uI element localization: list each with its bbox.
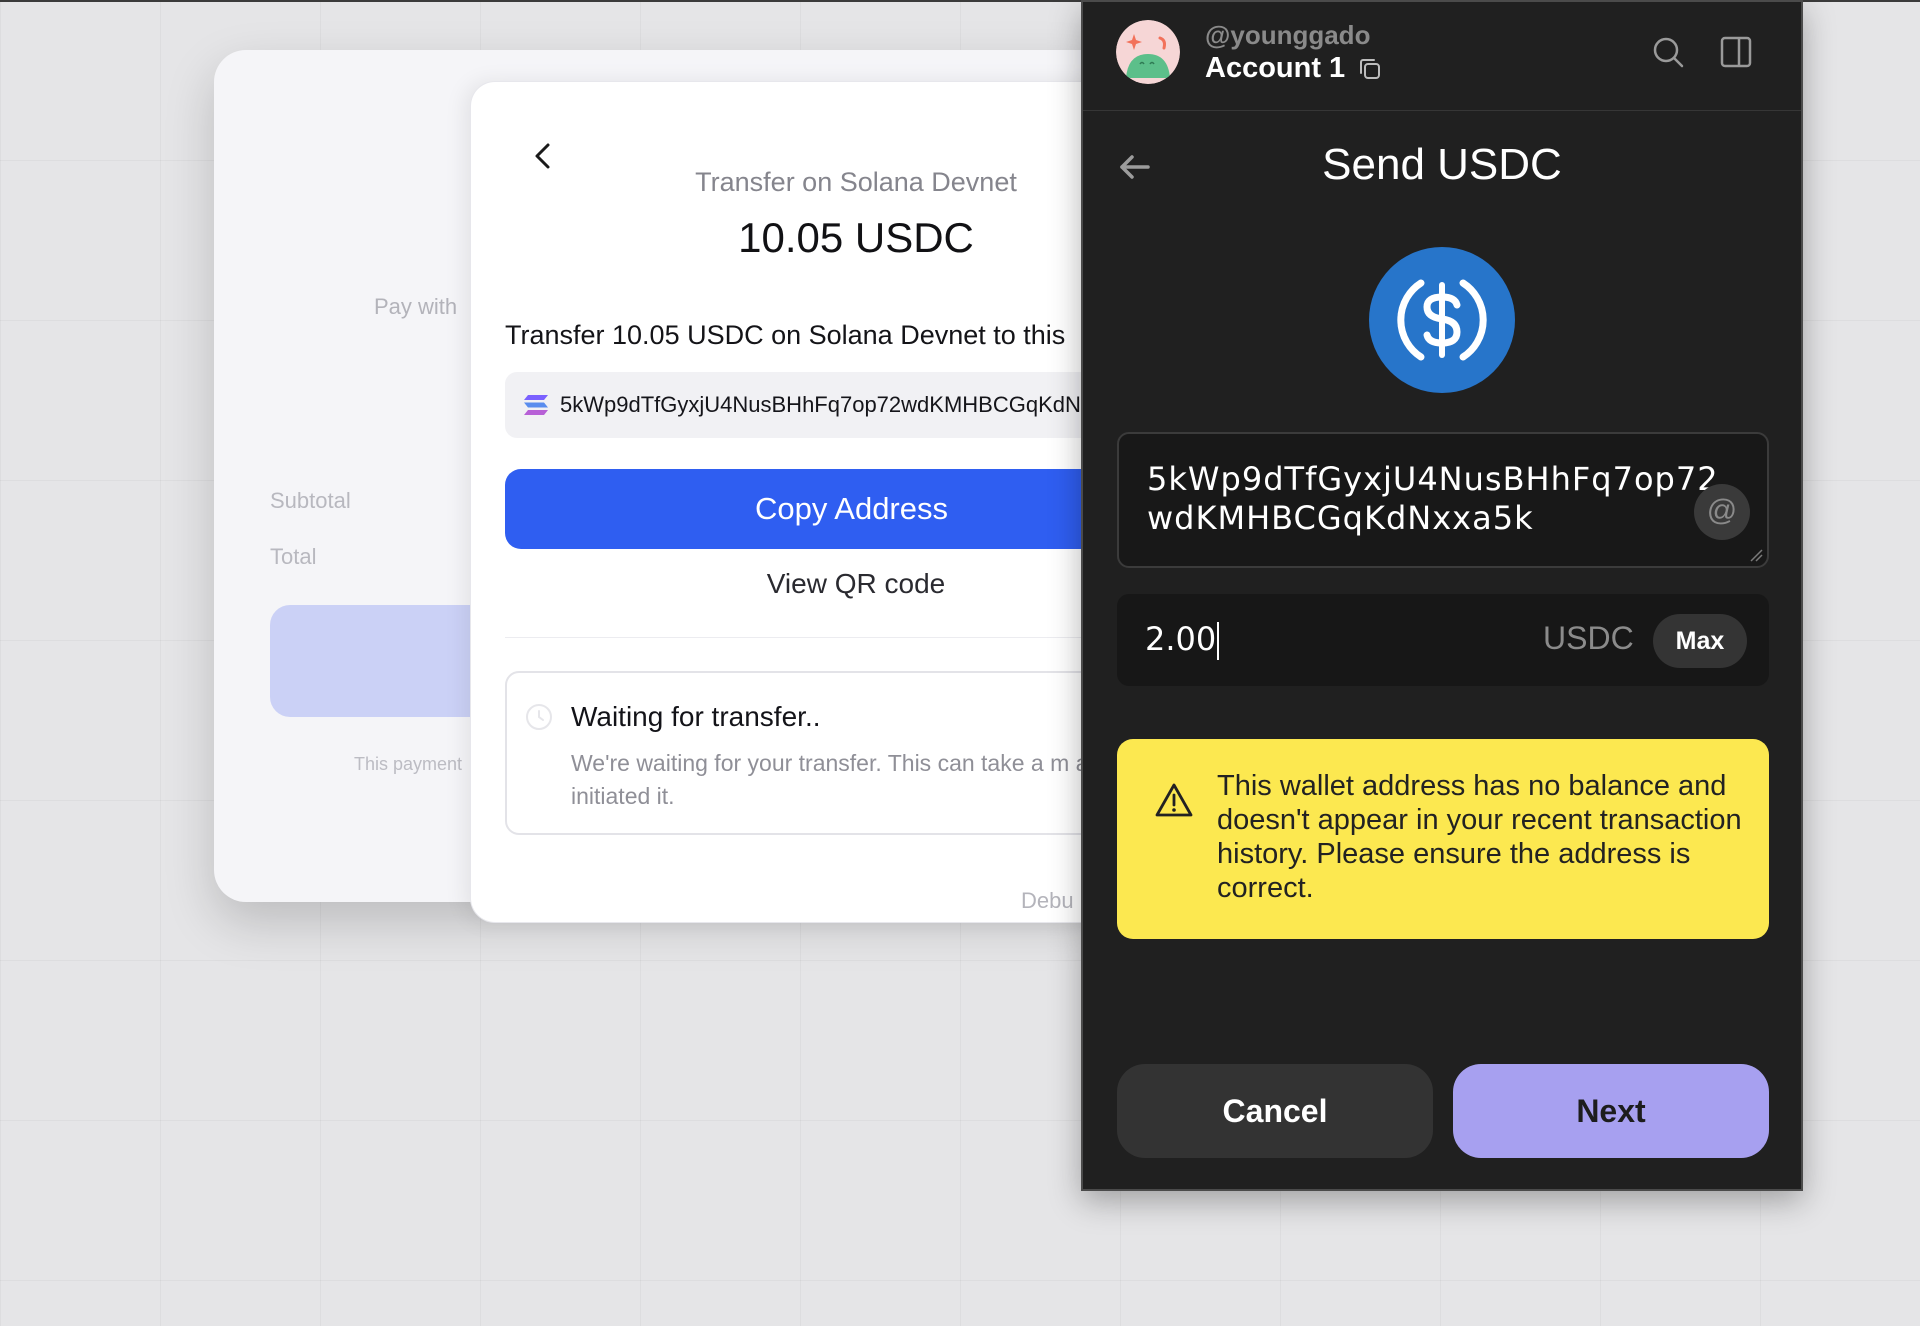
send-title: Send USDC (1322, 140, 1562, 189)
resize-grip-icon[interactable] (1749, 548, 1763, 562)
cancel-button[interactable]: Cancel (1117, 1064, 1433, 1158)
network-title: Transfer on Solana Devnet (695, 167, 1017, 197)
copy-icon[interactable] (1355, 54, 1385, 84)
clock-icon (526, 704, 552, 730)
payment-footnote: This payment (354, 754, 463, 774)
max-button[interactable]: Max (1653, 614, 1747, 668)
address-book-button[interactable]: @ (1694, 484, 1750, 540)
debug-label[interactable]: Debu (1021, 888, 1074, 914)
pay-with-label: Pay with (374, 294, 458, 319)
transfer-modal: Transfer on Solana Devnet 10.05 USDC Tra… (471, 82, 1171, 922)
warning-text: This wallet address has no balance and d… (1217, 770, 1742, 904)
next-button[interactable]: Next (1453, 1064, 1769, 1158)
transfer-instruction: Transfer 10.05 USDC on Solana Devnet to … (505, 320, 1066, 350)
wallet-panel: @younggado Account 1 Send USDC 5kWp9dTfG… (1081, 0, 1803, 1191)
divider (505, 637, 1171, 638)
transfer-amount: 10.05 USDC (738, 214, 974, 261)
warning-icon (1155, 783, 1193, 817)
total-label: Total (270, 544, 317, 569)
usdc-icon (1369, 247, 1515, 393)
currency-label: USDC (1543, 620, 1634, 656)
wallet-header: @younggado Account 1 (1083, 2, 1801, 111)
sidebar-toggle-icon[interactable] (1718, 34, 1754, 70)
recipient-address-value: 5kWp9dTfGyxjU4NusBHhFq7op72wdKMHBCGqKdNx… (1147, 460, 1719, 537)
waiting-status-card: Waiting for transfer.. We're waiting for… (505, 671, 1171, 835)
amount-value: 2.00 (1145, 620, 1220, 660)
view-qr-code-link[interactable]: View QR code (471, 568, 1171, 600)
avatar[interactable] (1116, 20, 1180, 84)
account-name[interactable]: Account 1 (1205, 52, 1345, 85)
subtotal-label: Subtotal (270, 488, 351, 513)
recipient-address-field[interactable]: 5kWp9dTfGyxjU4NusBHhFq7op72wdKMHBCGqKdNx… (1117, 432, 1769, 568)
deposit-address: 5kWp9dTfGyxjU4NusBHhFq7op72wdKMHBCGqKdN (560, 392, 1081, 417)
amount-input[interactable]: 2.00 USDC Max (1117, 594, 1769, 686)
copy-address-button[interactable]: Copy Address (505, 469, 1171, 549)
solana-icon (524, 395, 548, 415)
text-caret (1217, 622, 1220, 660)
address-box[interactable]: 5kWp9dTfGyxjU4NusBHhFq7op72wdKMHBCGqKdN (505, 372, 1171, 438)
address-warning: This wallet address has no balance and d… (1117, 739, 1769, 939)
waiting-title: Waiting for transfer.. (571, 701, 821, 732)
search-icon[interactable] (1650, 34, 1686, 70)
wallet-username: @younggado (1205, 20, 1371, 50)
